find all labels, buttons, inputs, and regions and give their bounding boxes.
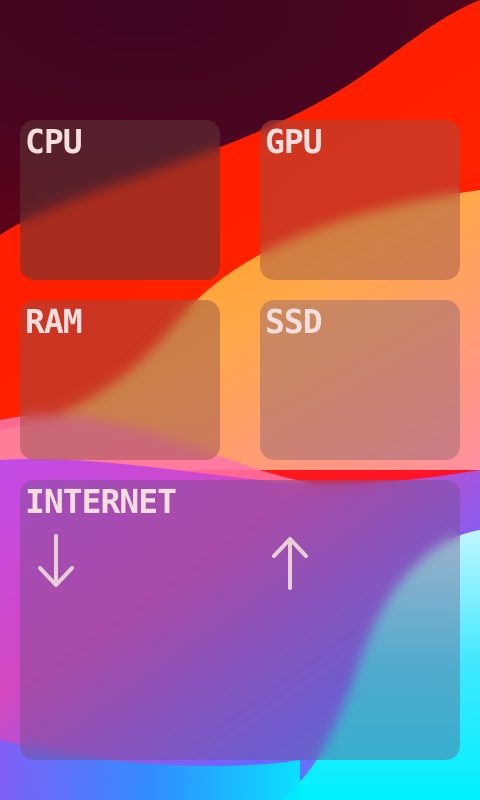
- ram-label: RAM: [25, 302, 83, 341]
- cpu-label: CPU: [25, 122, 83, 161]
- internet-label: INTERNET: [25, 482, 177, 521]
- ssd-tile[interactable]: SSD: [260, 300, 460, 460]
- internet-tile[interactable]: INTERNET: [20, 480, 460, 760]
- ssd-label: SSD: [265, 302, 323, 341]
- arrow-up-icon: [268, 532, 312, 592]
- ram-tile[interactable]: RAM: [20, 300, 220, 460]
- arrow-down-icon: [34, 532, 78, 592]
- gpu-label: GPU: [265, 122, 323, 161]
- gpu-tile[interactable]: GPU: [260, 120, 460, 280]
- cpu-tile[interactable]: CPU: [20, 120, 220, 280]
